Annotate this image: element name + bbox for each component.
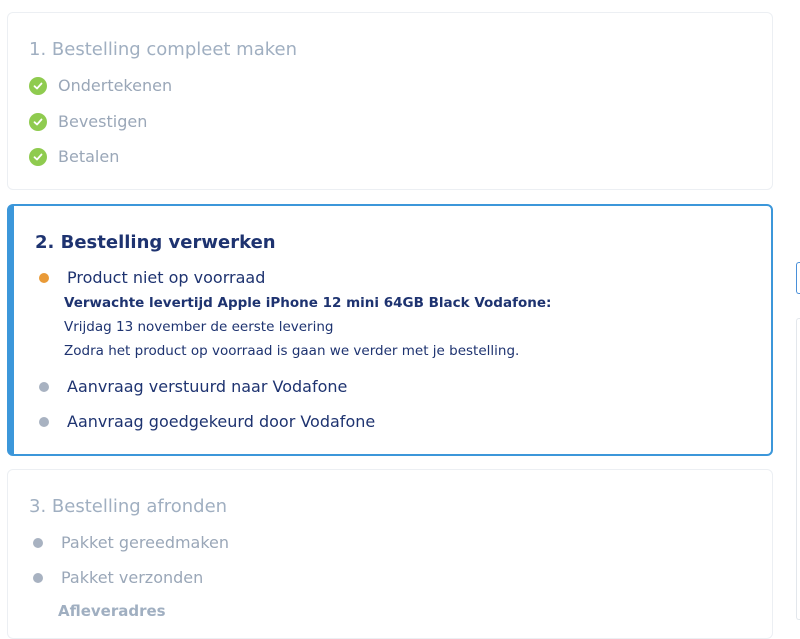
status-dot-icon bbox=[33, 537, 43, 548]
step-sign: Ondertekenen bbox=[29, 76, 172, 95]
check-icon bbox=[29, 76, 47, 95]
step-pay: Betalen bbox=[29, 147, 119, 166]
side-panel-edge bbox=[796, 318, 800, 620]
section-title: 2. Bestelling verwerken bbox=[35, 232, 276, 253]
status-dot-icon bbox=[39, 381, 49, 392]
step-label: Aanvraag goedgekeurd door Vodafone bbox=[67, 412, 376, 431]
step-request-approved: Aanvraag goedgekeurd door Vodafone bbox=[35, 412, 375, 431]
section-process-order: 2. Bestelling verwerken Product niet op … bbox=[7, 204, 773, 456]
step-confirm: Bevestigen bbox=[29, 112, 147, 131]
step-request-sent: Aanvraag verstuurd naar Vodafone bbox=[35, 377, 347, 396]
step-label: Pakket gereedmaken bbox=[61, 533, 230, 552]
check-icon bbox=[29, 112, 47, 131]
step-label: Bevestigen bbox=[58, 112, 148, 131]
step-label: Betalen bbox=[58, 147, 120, 166]
check-icon bbox=[29, 147, 47, 166]
step-label: Product niet op voorraad bbox=[67, 268, 266, 287]
step-package-sent: Pakket verzonden bbox=[29, 568, 203, 587]
status-dot-icon bbox=[39, 272, 49, 283]
section-title: 1. Bestelling compleet maken bbox=[29, 39, 298, 60]
delivery-address-label: Afleveradres bbox=[58, 602, 166, 620]
section-title: 3. Bestelling afronden bbox=[29, 496, 228, 517]
side-panel-edge bbox=[796, 262, 800, 294]
section-complete-order: 1. Bestelling compleet maken Ondertekene… bbox=[7, 12, 773, 190]
step-out-of-stock: Product niet op voorraad bbox=[35, 268, 265, 287]
step-prepare-package: Pakket gereedmaken bbox=[29, 533, 229, 552]
status-dot-icon bbox=[33, 572, 43, 583]
stock-note: Zodra het product op voorraad is gaan we… bbox=[64, 343, 520, 359]
section-finish-order: 3. Bestelling afronden Pakket gereedmake… bbox=[7, 469, 773, 639]
step-label: Ondertekenen bbox=[58, 76, 173, 95]
step-label: Aanvraag verstuurd naar Vodafone bbox=[67, 377, 348, 396]
delivery-time-heading: Verwachte levertijd Apple iPhone 12 mini… bbox=[64, 295, 552, 311]
step-label: Pakket verzonden bbox=[61, 568, 204, 587]
delivery-date: Vrijdag 13 november de eerste levering bbox=[64, 319, 334, 335]
status-dot-icon bbox=[39, 416, 49, 427]
